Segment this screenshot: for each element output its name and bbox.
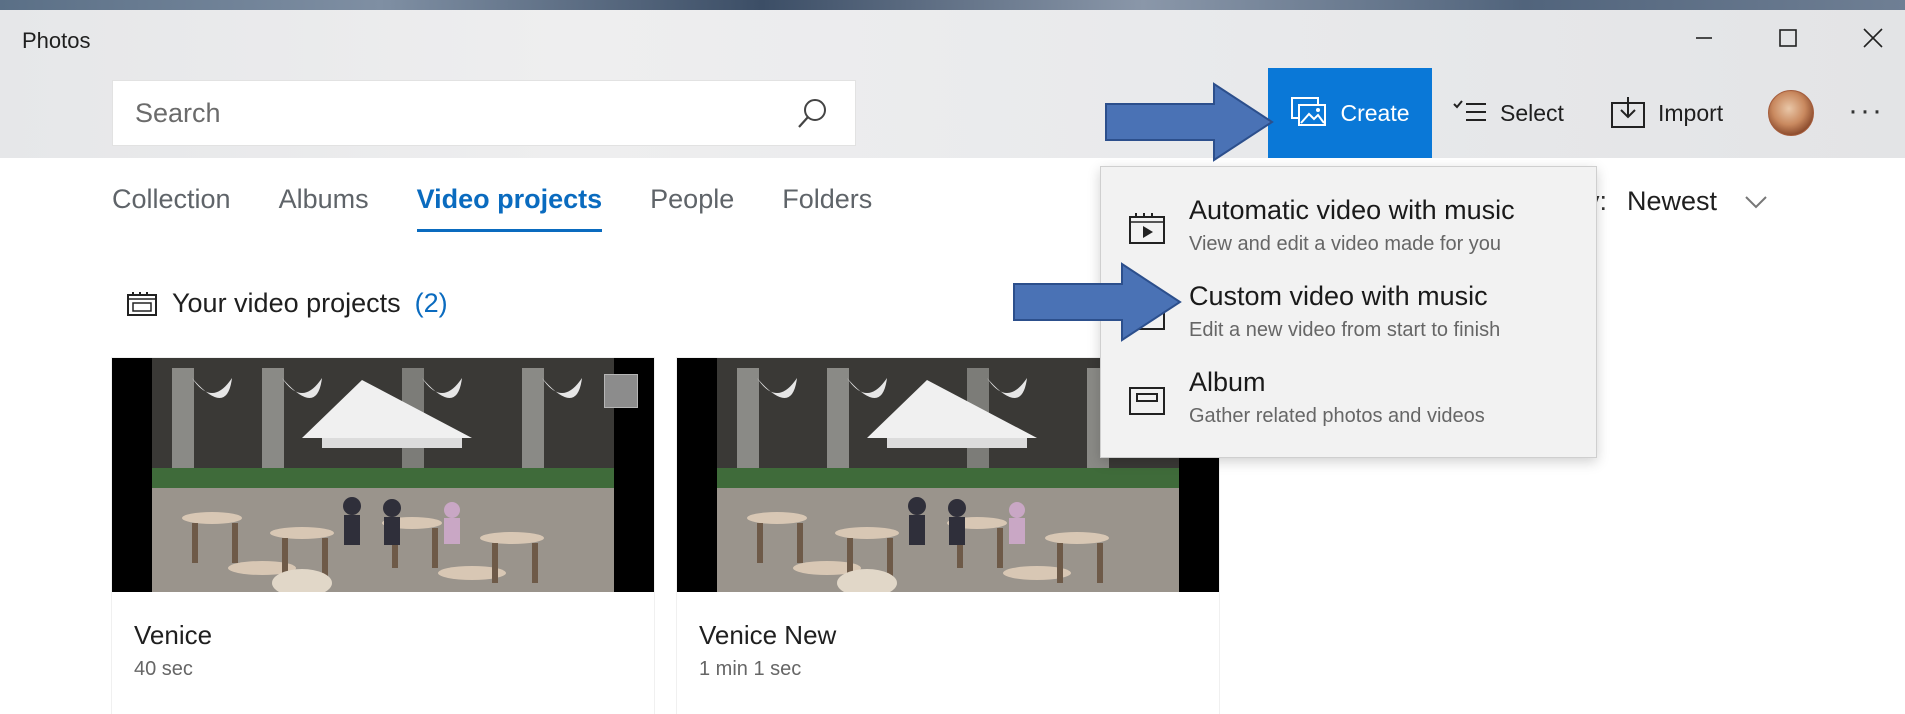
window-top-strip (0, 0, 1905, 10)
app-title: Photos (22, 28, 91, 53)
select-list-icon (1453, 100, 1486, 121)
venice-cafe-photo (152, 358, 614, 592)
import-icon (1611, 97, 1645, 128)
close-icon (1863, 28, 1883, 48)
tab-people[interactable]: People (650, 184, 734, 232)
search-box (112, 80, 856, 146)
tab-albums[interactable]: Albums (279, 184, 369, 232)
auto-video-icon (1129, 213, 1165, 244)
tab-video-projects[interactable]: Video projects (416, 184, 603, 232)
section-header: Your video projects (2) (126, 288, 448, 319)
chevron-down-icon (1745, 195, 1767, 208)
annotation-arrow-custom-video (1013, 262, 1182, 342)
create-icon (1291, 97, 1327, 126)
tab-bar: Collection Albums Video projects People … (112, 184, 920, 232)
section-count: (2) (414, 288, 448, 318)
close-button[interactable] (1845, 18, 1901, 58)
annotation-arrow-create (1105, 82, 1274, 162)
sort-value: Newest (1627, 186, 1718, 216)
project-duration: 1 min 1 sec (699, 658, 802, 680)
album-icon (1129, 387, 1165, 415)
menu-item-title: Custom video with music (1189, 281, 1488, 311)
sort-dropdown[interactable]: y: Newest (1586, 186, 1769, 217)
project-duration: 40 sec (134, 658, 193, 680)
project-name: Venice (134, 620, 213, 650)
create-label: Create (1340, 99, 1410, 126)
project-name: Venice New (699, 620, 837, 650)
section-title: Your video projects (172, 288, 401, 318)
search-icon[interactable] (795, 97, 829, 131)
minimize-icon (1696, 37, 1712, 39)
menu-item-album[interactable]: Album Gather related photos and videos (1101, 361, 1598, 447)
select-label: Select (1500, 99, 1564, 126)
search-input[interactable] (113, 81, 793, 145)
menu-item-subtitle: View and edit a video made for you (1189, 233, 1502, 255)
avatar[interactable] (1768, 90, 1814, 136)
minimize-button[interactable] (1676, 18, 1732, 58)
maximize-icon (1779, 29, 1797, 47)
import-button[interactable]: Import (1610, 68, 1723, 158)
import-label: Import (1658, 99, 1724, 126)
tab-folders[interactable]: Folders (782, 184, 872, 232)
menu-item-subtitle: Edit a new video from start to finish (1189, 319, 1501, 341)
create-button[interactable]: Create (1268, 68, 1432, 158)
video-thumbnail (112, 358, 654, 592)
menu-item-subtitle: Gather related photos and videos (1189, 405, 1485, 427)
video-project-card[interactable]: Venice 40 sec (112, 358, 654, 714)
select-checkbox[interactable] (604, 374, 638, 408)
video-project-icon (127, 291, 157, 316)
more-options-button[interactable]: ··· (1848, 94, 1884, 128)
select-button[interactable]: Select (1452, 68, 1564, 158)
menu-item-title: Album (1189, 367, 1266, 397)
maximize-button[interactable] (1760, 18, 1816, 58)
tab-collection[interactable]: Collection (112, 184, 231, 232)
menu-item-title: Automatic video with music (1189, 195, 1515, 225)
